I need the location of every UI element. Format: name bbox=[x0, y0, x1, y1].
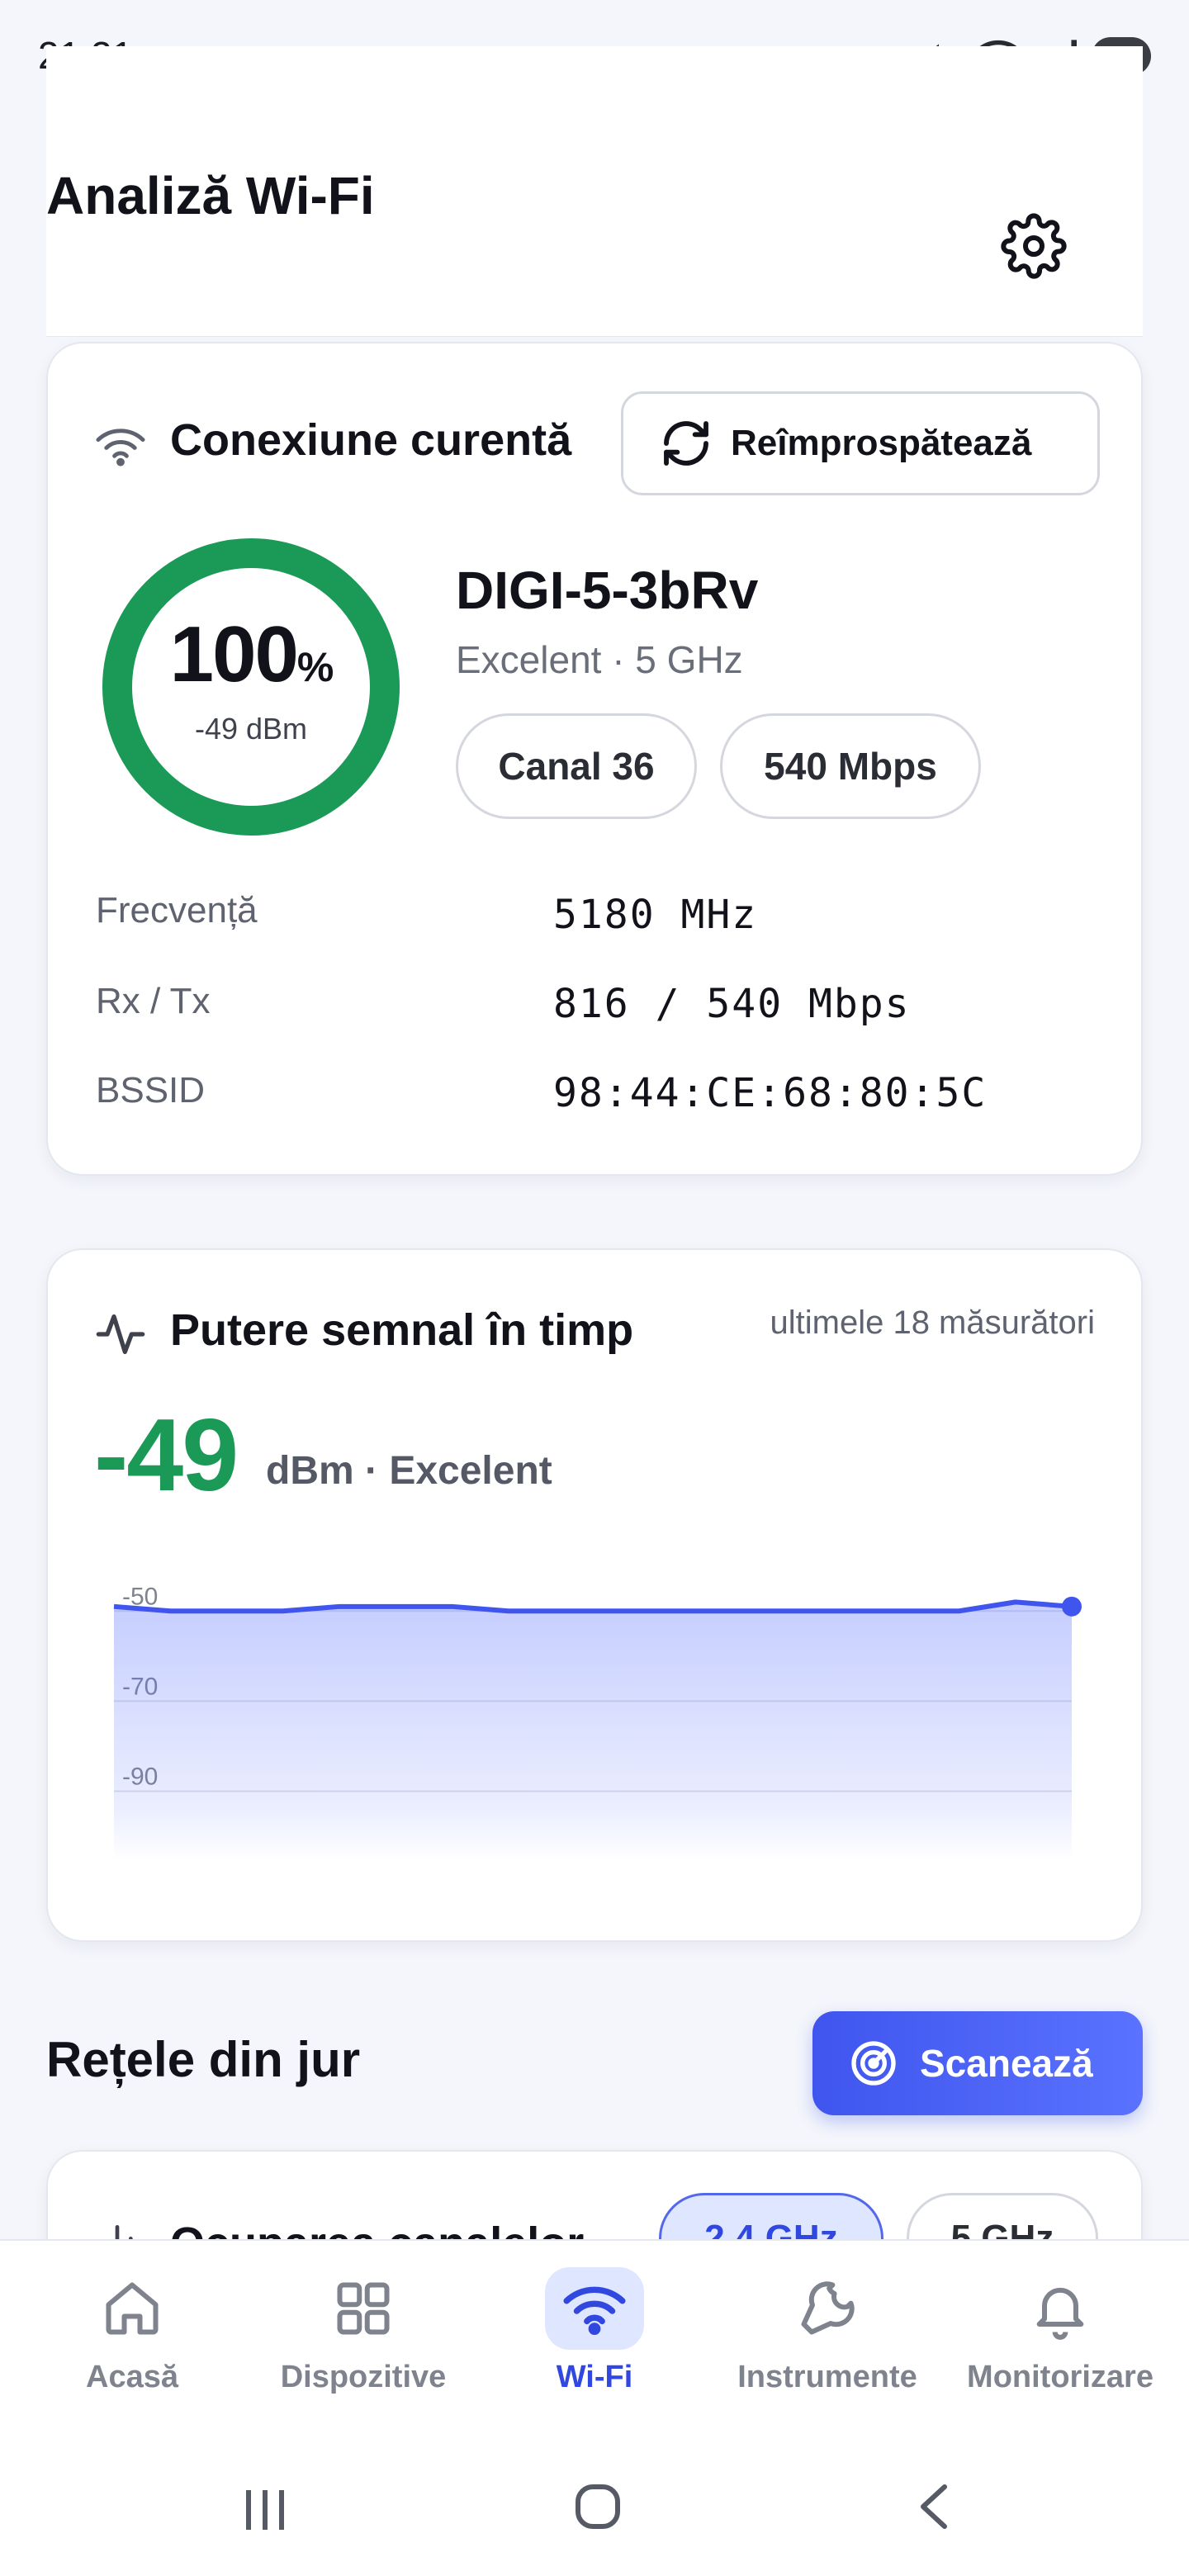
detail-value: 816 / 540 Mbps bbox=[553, 981, 911, 1027]
signal-chart: -50-70-90 bbox=[113, 1583, 1082, 1861]
wrench-icon bbox=[801, 2281, 855, 2335]
refresh-button[interactable]: Reîmprospătează bbox=[621, 391, 1100, 495]
nav-label: Monitorizare bbox=[967, 2360, 1153, 2394]
wifi-icon bbox=[96, 429, 145, 466]
settings-button[interactable] bbox=[1001, 213, 1067, 279]
page-title: Analiză Wi-Fi bbox=[46, 166, 375, 225]
chart-point bbox=[1062, 1596, 1082, 1617]
detail-label: Frecvență bbox=[96, 890, 258, 930]
signal-history-title: Putere semnal în timp bbox=[170, 1305, 634, 1355]
current-signal-unit: dBm · Excelent bbox=[266, 1449, 552, 1493]
bottom-navigation: Acasă Dispozitive Wi-Fi Instrumente Moni… bbox=[0, 2239, 1189, 2421]
detail-value: 98:44:CE:68:80:5C bbox=[553, 1070, 988, 1116]
signal-percent: 100% bbox=[169, 610, 334, 698]
link-speed-chip: 540 Mbps bbox=[720, 713, 981, 819]
nearby-networks-title: Rețele din jur bbox=[46, 2032, 361, 2087]
detail-label: BSSID bbox=[96, 1070, 206, 1110]
nav-item-wifi[interactable]: Wi-Fi bbox=[476, 2241, 713, 2422]
network-ssid: DIGI-5-3bRv bbox=[456, 561, 759, 620]
chart-area bbox=[114, 1602, 1072, 1861]
connection-title: Conexiune curentă bbox=[170, 415, 572, 465]
home-icon bbox=[106, 2282, 159, 2335]
recent-apps-icon[interactable] bbox=[239, 2487, 292, 2533]
back-icon[interactable] bbox=[912, 2482, 958, 2531]
current-signal-value: -49 bbox=[94, 1399, 239, 1513]
refresh-label: Reîmprospătează bbox=[731, 423, 1032, 463]
nav-item-home[interactable]: Acasă bbox=[13, 2241, 251, 2422]
nav-label: Dispozitive bbox=[280, 2360, 447, 2394]
nav-item-devices[interactable]: Dispozitive bbox=[244, 2241, 482, 2422]
radar-icon bbox=[851, 2041, 896, 2086]
signal-history-subtitle: ultimele 18 măsurători bbox=[770, 1305, 1096, 1341]
grid-icon bbox=[337, 2282, 390, 2335]
nav-label: Acasă bbox=[86, 2360, 178, 2394]
channel-chip: Canal 36 bbox=[456, 713, 697, 819]
activity-icon bbox=[96, 1314, 145, 1354]
nav-label: Wi-Fi bbox=[556, 2360, 633, 2394]
chart-series-line bbox=[113, 1599, 1073, 1614]
signal-dbm: -49 dBm bbox=[194, 712, 308, 746]
bell-icon bbox=[1036, 2287, 1084, 2340]
scan-label: Scanează bbox=[920, 2042, 1093, 2085]
system-navigation-bar bbox=[0, 2421, 1189, 2576]
network-quality: Excelent · 5 GHz bbox=[456, 638, 743, 681]
gear-icon bbox=[1001, 213, 1067, 279]
wifi-icon bbox=[563, 2286, 626, 2335]
detail-label: Rx / Tx bbox=[96, 981, 211, 1021]
nav-item-monitoring[interactable]: Monitorizare bbox=[941, 2241, 1179, 2422]
nav-label: Instrumente bbox=[737, 2360, 917, 2394]
scan-button[interactable]: Scanează bbox=[812, 2011, 1143, 2115]
nav-item-tools[interactable]: Instrumente bbox=[708, 2241, 946, 2422]
signal-history-card: Putere semnal în timp ultimele 18 măsură… bbox=[46, 1248, 1143, 1942]
signal-gauge: 100% -49 dBm bbox=[101, 537, 401, 837]
refresh-icon bbox=[664, 421, 708, 466]
detail-value: 5180 MHz bbox=[553, 892, 758, 938]
current-connection-card: Conexiune curentă Reîmprospătează 100% -… bbox=[46, 342, 1143, 1176]
home-nav-icon[interactable] bbox=[571, 2480, 624, 2533]
